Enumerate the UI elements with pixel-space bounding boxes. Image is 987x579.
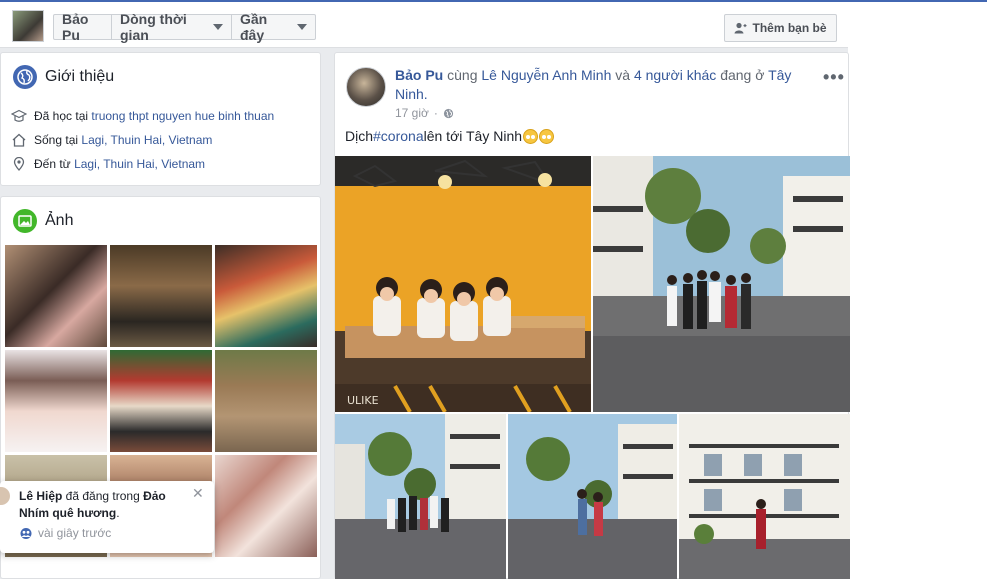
globe-privacy-icon[interactable]: [443, 108, 454, 119]
notification-time: vài giây trước: [19, 526, 111, 540]
profile-avatar[interactable]: [12, 10, 44, 42]
notification-message: Lê Hiệp đã đăng trong Đảo Nhím quê hương…: [19, 488, 179, 522]
add-person-icon: [734, 22, 747, 34]
rolling-eyes-emoji-icon: [523, 128, 539, 144]
notification-period: .: [116, 506, 120, 520]
hashtag-link[interactable]: #corona: [373, 128, 424, 144]
timeline-dropdown[interactable]: Dòng thời gian: [111, 11, 232, 43]
post-header: Bảo Pu cùng Lê Nguyễn Anh Minh và 4 ngườ…: [395, 66, 815, 104]
photo-thumbnail[interactable]: [215, 350, 317, 452]
school-link[interactable]: truong thpt nguyen hue binh thuan: [91, 109, 274, 123]
post-photo[interactable]: ULIKE: [335, 156, 591, 412]
post-text: Dịch #corona lên tới Tây Ninh: [345, 128, 555, 144]
post-timestamp[interactable]: 17 giờ: [395, 106, 429, 120]
house-icon: [12, 133, 26, 147]
location-pin-icon: [13, 157, 25, 171]
tagged-friend-link[interactable]: Lê Nguyễn Anh Minh: [481, 67, 611, 83]
photo-thumbnail[interactable]: [5, 245, 107, 347]
caret-down-icon: [297, 24, 307, 30]
add-friend-label: Thêm bạn bè: [752, 21, 827, 35]
location-word: đang ở: [716, 67, 769, 83]
author-avatar[interactable]: [346, 67, 386, 107]
rolling-eyes-emoji-icon: [539, 128, 555, 144]
post-photo[interactable]: [508, 414, 677, 579]
profile-name-tab[interactable]: Bảo Pu: [53, 11, 112, 43]
post-meta: 17 giờ ·: [395, 106, 454, 120]
notification-toast[interactable]: Lê Hiệp đã đăng trong Đảo Nhím quê hương…: [0, 481, 214, 553]
intro-from: Đến từ Lagi, Thuin Hai, Vietnam: [11, 157, 205, 171]
photo-thumbnail[interactable]: [215, 455, 317, 557]
more-options-icon[interactable]: •••: [823, 67, 845, 88]
notification-timestamp: vài giây trước: [38, 526, 112, 540]
group-icon: [20, 527, 32, 539]
from-location-link[interactable]: Lagi, Thuin Hai, Vietnam: [74, 157, 205, 171]
with-word: cùng: [443, 67, 482, 83]
graduation-cap-icon: [11, 109, 27, 122]
intro-title: Giới thiệu: [45, 68, 115, 85]
intro-education: Đã học tại truong thpt nguyen hue binh t…: [11, 109, 274, 123]
cafe-sign-text: ULIKE: [347, 394, 379, 407]
location-period: .: [423, 86, 428, 102]
from-prefix: Đến từ: [34, 157, 71, 171]
recent-label: Gần đây: [240, 11, 268, 43]
notification-actor: Lê Hiệp: [19, 489, 63, 503]
photo-thumbnail[interactable]: [215, 245, 317, 347]
post-photo[interactable]: [679, 414, 850, 579]
lives-prefix: Sống tại: [34, 133, 79, 147]
and-word: và: [611, 67, 634, 83]
globe-icon: [13, 65, 37, 89]
lives-location-link[interactable]: Lagi, Thuin Hai, Vietnam: [81, 133, 212, 147]
notification-action: đã đăng trong: [62, 489, 144, 503]
post-card: Bảo Pu cùng Lê Nguyễn Anh Minh và 4 ngườ…: [334, 52, 850, 579]
close-icon[interactable]: ✕: [192, 485, 204, 502]
photos-title: Ảnh: [45, 212, 74, 229]
intro-lives: Sống tại Lagi, Thuin Hai, Vietnam: [11, 133, 212, 147]
add-friend-button[interactable]: Thêm bạn bè: [724, 14, 837, 42]
caret-down-icon: [213, 24, 223, 30]
profile-name-label: Bảo Pu: [62, 11, 89, 43]
intro-card: Giới thiệu Đã học tại truong thpt nguyen…: [0, 52, 321, 186]
recent-dropdown[interactable]: Gần đây: [231, 11, 316, 43]
notification-avatar: [0, 487, 10, 505]
photo-icon: [13, 209, 37, 233]
right-column: [848, 2, 987, 579]
education-prefix: Đã học tại: [34, 109, 89, 123]
post-text-end: lên tới Tây Ninh: [423, 128, 523, 144]
author-name-link[interactable]: Bảo Pu: [395, 67, 443, 83]
profile-tab-bar: Bảo Pu Dòng thời gian Gần đây Thêm bạn b…: [0, 2, 848, 48]
others-link[interactable]: 4 người khác: [634, 67, 716, 83]
photo-thumbnail[interactable]: [110, 245, 212, 347]
photo-thumbnail[interactable]: [5, 350, 107, 452]
photo-thumbnail[interactable]: [110, 350, 212, 452]
timeline-label: Dòng thời gian: [120, 11, 187, 43]
post-text-start: Dịch: [345, 128, 374, 144]
post-photo[interactable]: [335, 414, 506, 579]
post-photo[interactable]: [593, 156, 850, 412]
